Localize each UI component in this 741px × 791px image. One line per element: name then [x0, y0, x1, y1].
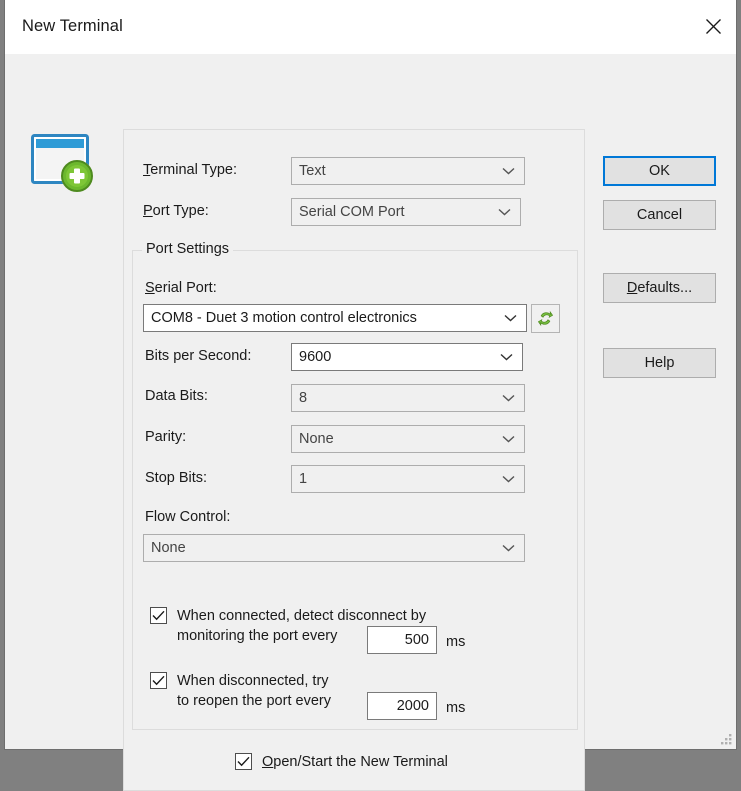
serial-port-combo[interactable]: COM8 - Duet 3 motion control electronics — [143, 304, 527, 332]
monitor-interval-value: 500 — [404, 632, 429, 648]
parity-combo[interactable]: None — [291, 425, 525, 453]
resize-grip[interactable] — [719, 732, 733, 746]
data-bits-label: Data Bits: — [145, 388, 208, 404]
title-bar: New Terminal — [5, 0, 736, 54]
parity-value: None — [299, 431, 334, 447]
stop-bits-label: Stop Bits: — [145, 470, 208, 486]
refresh-icon[interactable] — [531, 304, 560, 333]
help-button-label: Help — [644, 355, 675, 371]
port-type-label: Port Type: — [143, 203, 209, 219]
checkmark-icon — [235, 753, 252, 770]
terminal-type-combo[interactable]: Text — [291, 157, 525, 185]
reopen-port-label: When disconnected, try to reopen the por… — [177, 673, 331, 709]
window-title: New Terminal — [22, 17, 123, 35]
serial-port-label: Serial Port: — [145, 280, 217, 296]
dialog-content: Terminal Type: Text Port Type: Serial CO… — [5, 54, 736, 791]
port-settings-legend: Port Settings — [142, 241, 234, 257]
port-type-combo[interactable]: Serial COM Port — [291, 198, 521, 226]
chevron-down-icon — [498, 199, 511, 225]
chevron-down-icon — [502, 466, 515, 492]
port-type-value: Serial COM Port — [299, 204, 405, 220]
monitor-interval-input[interactable]: 500 — [367, 626, 437, 654]
ok-button[interactable]: OK — [603, 156, 716, 186]
close-icon[interactable] — [690, 0, 736, 53]
bits-per-second-value: 9600 — [299, 349, 332, 365]
chevron-down-icon — [502, 385, 515, 411]
chevron-down-icon — [502, 426, 515, 452]
parity-label: Parity: — [145, 429, 187, 445]
data-bits-combo[interactable]: 8 — [291, 384, 525, 412]
chevron-down-icon — [500, 344, 513, 370]
cancel-button[interactable]: Cancel — [603, 200, 716, 230]
data-bits-value: 8 — [299, 390, 308, 406]
flow-control-value: None — [151, 540, 186, 556]
reopen-interval-unit: ms — [446, 700, 466, 716]
checkmark-icon — [150, 672, 167, 689]
bits-per-second-label: Bits per Second: — [145, 348, 252, 364]
monitor-interval-unit: ms — [446, 634, 466, 650]
terminal-type-value: Text — [299, 163, 326, 179]
chevron-down-icon — [504, 305, 517, 331]
chevron-down-icon — [502, 158, 515, 184]
serial-port-value: COM8 - Duet 3 motion control electronics — [151, 310, 417, 326]
flow-control-combo[interactable]: None — [143, 534, 525, 562]
defaults-button-label: Defaults... — [626, 280, 693, 296]
bits-per-second-combo[interactable]: 9600 — [291, 343, 523, 371]
reopen-interval-input[interactable]: 2000 — [367, 692, 437, 720]
open-start-checkbox[interactable]: Open/Start the New Terminal — [235, 752, 448, 772]
stop-bits-combo[interactable]: 1 — [291, 465, 525, 493]
terminal-type-label: Terminal Type: — [143, 162, 238, 178]
open-start-label: Open/Start the New Terminal — [262, 754, 448, 770]
help-button[interactable]: Help — [603, 348, 716, 378]
cancel-button-label: Cancel — [636, 207, 683, 223]
stop-bits-value: 1 — [299, 471, 308, 487]
defaults-button[interactable]: Defaults... — [603, 273, 716, 303]
chevron-down-icon — [502, 535, 515, 561]
checkmark-icon — [150, 607, 167, 624]
new-terminal-icon — [31, 132, 95, 196]
ok-button-label: OK — [649, 163, 670, 179]
reopen-interval-value: 2000 — [396, 698, 429, 714]
dialog-window: New Terminal Terminal Type: Text Port Ty… — [4, 0, 737, 791]
flow-control-label: Flow Control: — [145, 509, 231, 525]
